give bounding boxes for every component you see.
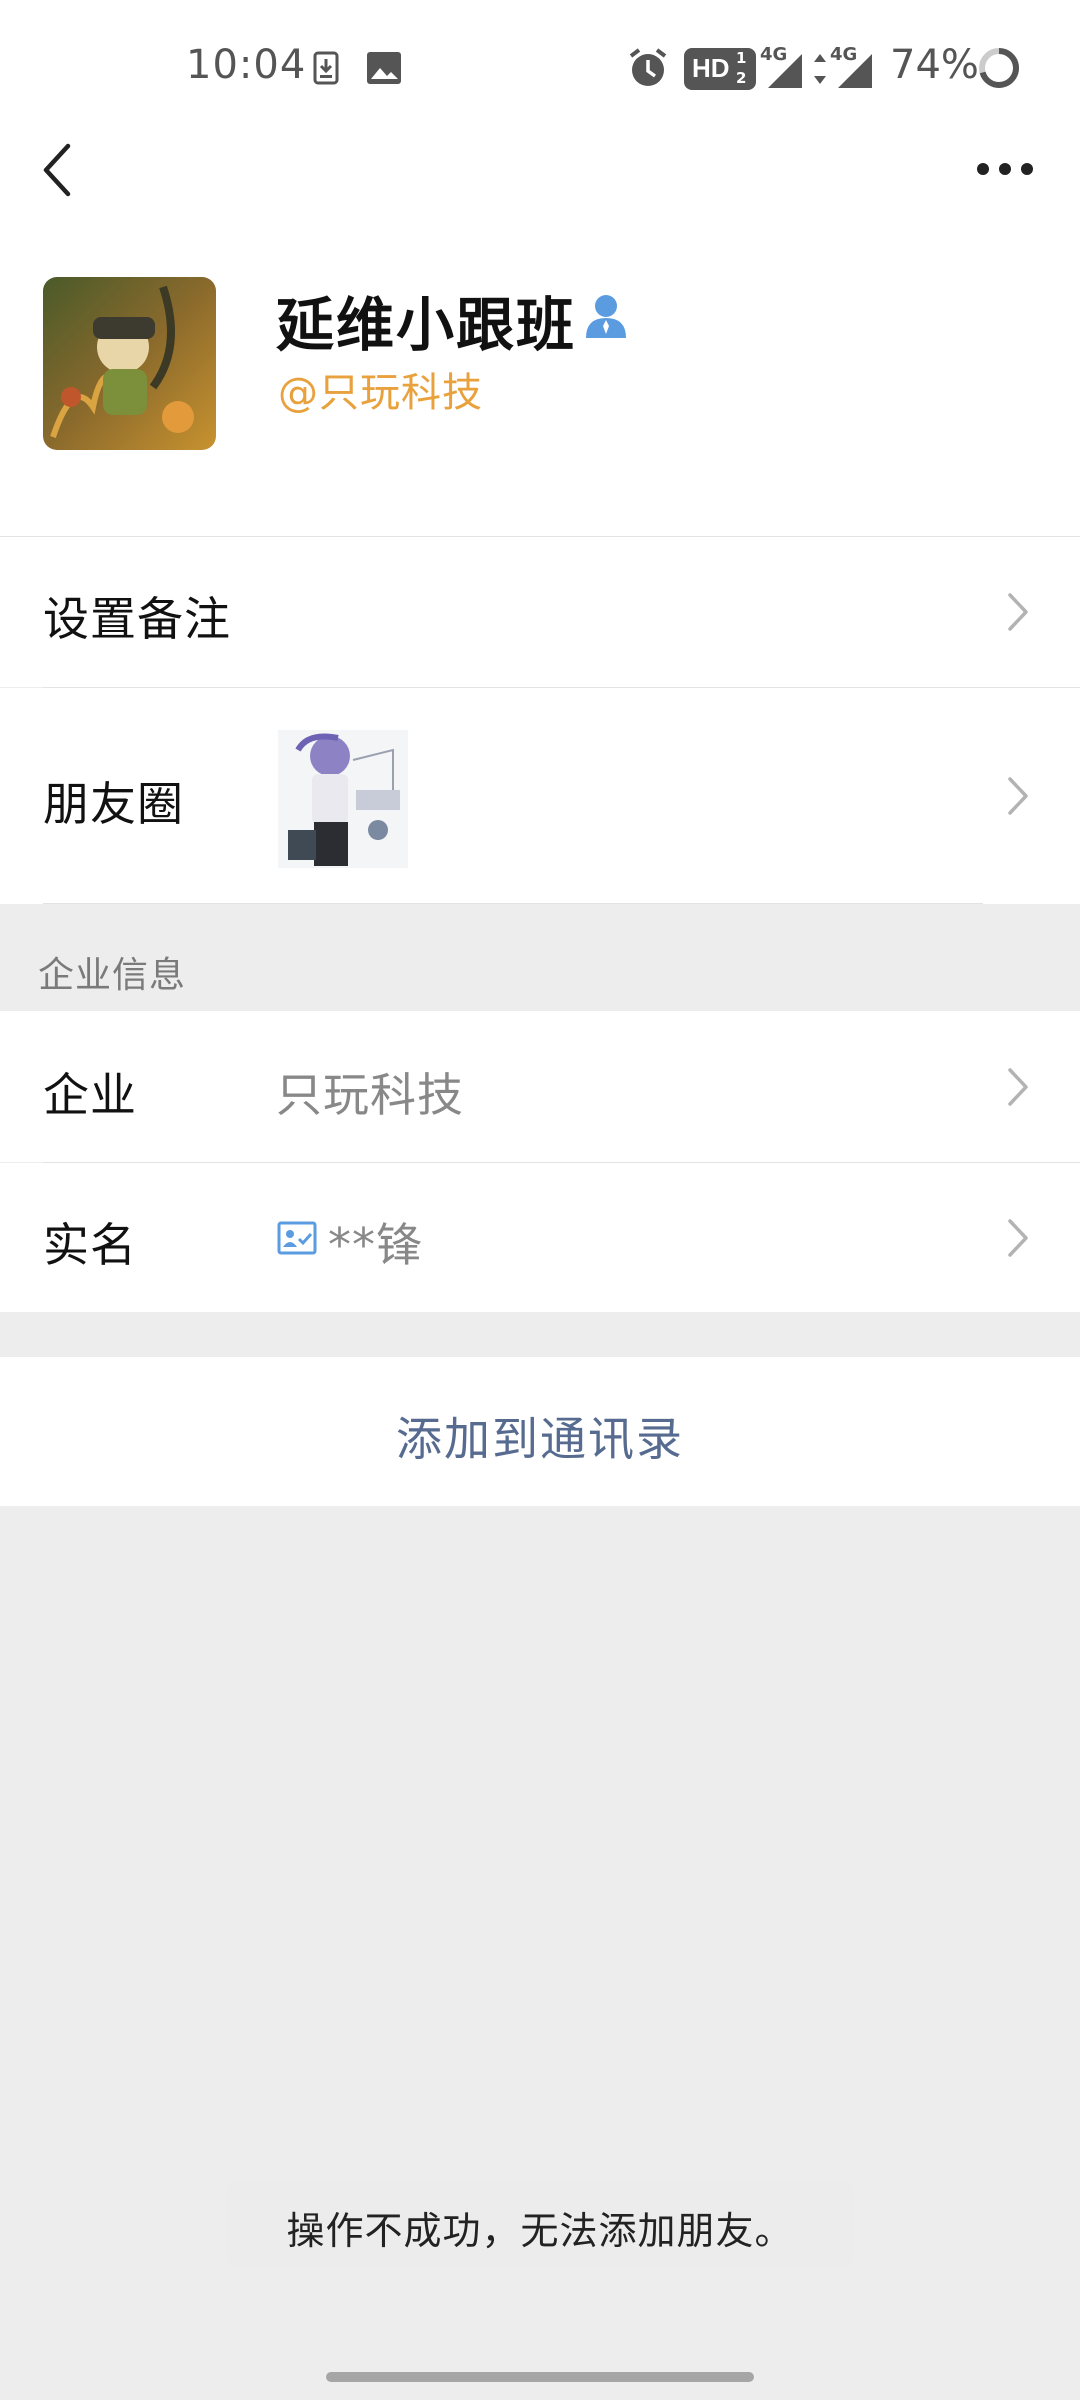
- section-title: 企业信息: [38, 955, 187, 996]
- network-label: 4G: [830, 44, 858, 65]
- moments-thumbnail[interactable]: [278, 730, 408, 868]
- realname-row[interactable]: 实名 **锋: [0, 1163, 1080, 1312]
- chevron-right-icon: [1008, 1219, 1028, 1257]
- divider: [43, 903, 983, 904]
- status-time: 10:04: [186, 42, 307, 88]
- moments-label: 朋友圈: [43, 777, 184, 831]
- id-card-icon: [277, 1221, 317, 1255]
- more-dots-icon: [977, 163, 1033, 175]
- corp-tag: @只玩科技: [278, 370, 483, 416]
- chevron-left-icon: [43, 143, 71, 197]
- chevron-right-icon: [1008, 593, 1028, 631]
- network-label: 4G: [760, 44, 788, 65]
- realname-value: **锋: [328, 1218, 423, 1272]
- hd-sim-number: 12: [736, 49, 747, 87]
- company-value: 只玩科技: [276, 1068, 464, 1122]
- home-indicator[interactable]: [326, 2372, 754, 2382]
- alarm-icon: [629, 48, 667, 86]
- add-contact-button[interactable]: 添加到通讯录: [0, 1357, 1080, 1506]
- chevron-right-icon: [1008, 777, 1028, 815]
- realname-label: 实名: [43, 1218, 137, 1272]
- data-arrows-icon: [814, 54, 826, 84]
- toast: 操作不成功，无法添加朋友。: [226, 2180, 854, 2268]
- battery-percent: 74%: [890, 42, 979, 88]
- company-row[interactable]: 企业 只玩科技: [0, 1011, 1080, 1162]
- back-button[interactable]: [30, 136, 110, 200]
- chevron-right-icon: [1008, 1068, 1028, 1106]
- battery-ring-icon: [979, 48, 1019, 88]
- add-contact-label: 添加到通讯录: [396, 1412, 684, 1466]
- company-label: 企业: [43, 1068, 137, 1122]
- status-bar: 10:04 HD 12 4G 4G 74%: [0, 0, 1080, 136]
- moments-row[interactable]: 朋友圈: [0, 688, 1080, 904]
- download-icon: [313, 51, 339, 85]
- toast-message: 操作不成功，无法添加朋友。: [286, 2209, 794, 2253]
- more-button[interactable]: [972, 146, 1038, 192]
- hd-badge-icon: HD 12: [684, 48, 756, 90]
- hd-label: HD: [692, 53, 730, 83]
- image-icon: [367, 52, 401, 84]
- avatar-image: [43, 277, 216, 450]
- avatar[interactable]: [43, 277, 216, 450]
- contact-name: 延维小跟班: [276, 291, 577, 359]
- remark-row[interactable]: 设置备注: [0, 537, 1080, 687]
- remark-label: 设置备注: [43, 592, 231, 646]
- person-icon: [586, 295, 626, 338]
